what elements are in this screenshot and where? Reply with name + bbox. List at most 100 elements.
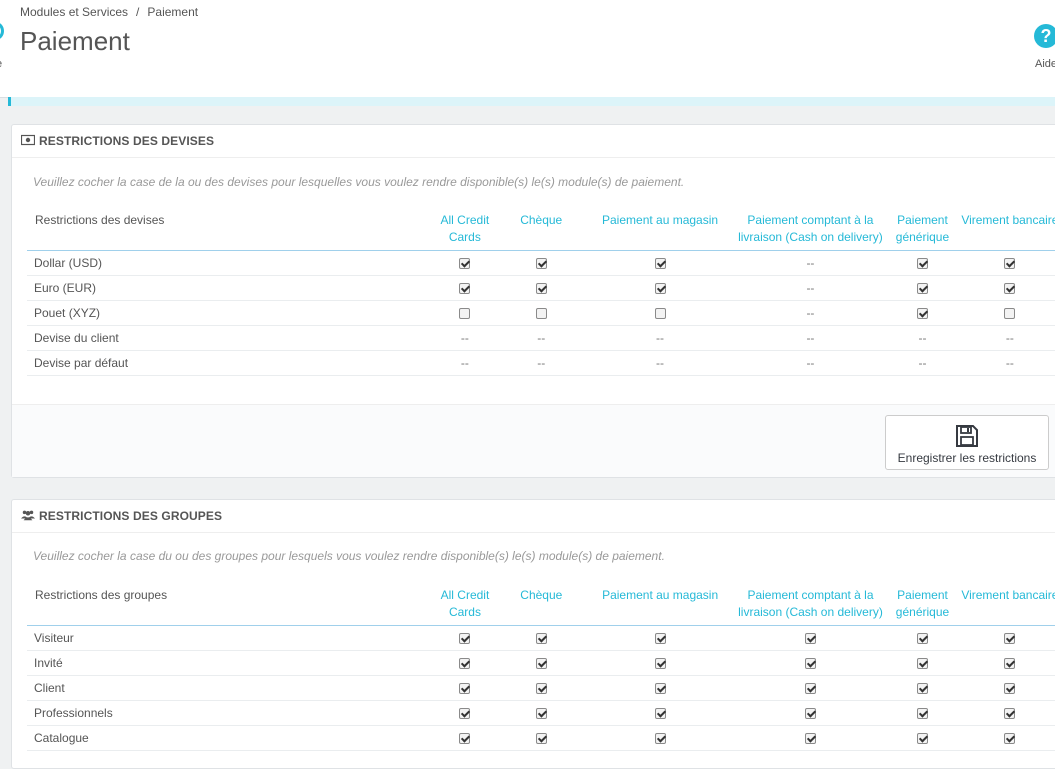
table-cell: [431, 675, 499, 701]
restriction-checkbox[interactable]: [916, 632, 928, 644]
restriction-checkbox[interactable]: [654, 732, 666, 744]
table-cell: --: [498, 350, 585, 376]
row-label: Client: [27, 675, 432, 701]
restriction-checkbox[interactable]: [804, 707, 816, 719]
restriction-checkbox[interactable]: [1004, 657, 1016, 669]
column-header: Paiement générique: [885, 206, 960, 251]
column-header: Paiement générique: [885, 581, 960, 626]
table-cell: [584, 650, 736, 676]
restriction-checkbox[interactable]: [1004, 707, 1016, 719]
restriction-checkbox[interactable]: [654, 682, 666, 694]
restriction-checkbox[interactable]: [654, 707, 666, 719]
restriction-checkbox[interactable]: [535, 657, 547, 669]
restriction-checkbox[interactable]: [1004, 257, 1016, 269]
restriction-checkbox[interactable]: [654, 282, 666, 294]
first-column-header: Restrictions des devises: [27, 206, 432, 251]
restriction-checkbox[interactable]: [459, 657, 471, 669]
breadcrumb: Modules et Services / Paiement: [20, 5, 198, 19]
restriction-checkbox[interactable]: [804, 682, 816, 694]
restriction-checkbox[interactable]: [1004, 282, 1016, 294]
table-cell: --: [584, 350, 736, 376]
table-cell: [959, 625, 1055, 651]
table-row: Dollar (USD) --: [27, 250, 1055, 276]
table-cell: [959, 725, 1055, 751]
table-cell: [431, 725, 499, 751]
currency-restrictions-panel: RESTRICTIONS DES DEVISES Veuillez cocher…: [11, 124, 1055, 478]
restriction-checkbox[interactable]: [459, 282, 471, 294]
table-cell: [959, 675, 1055, 701]
page-header: e Modules et Services/Paiement Paiement …: [0, 0, 1055, 98]
restriction-checkbox[interactable]: [916, 732, 928, 744]
restriction-checkbox[interactable]: [535, 257, 547, 269]
column-header: Chèque: [498, 581, 585, 626]
restriction-checkbox[interactable]: [459, 707, 471, 719]
restriction-checkbox[interactable]: [459, 732, 471, 744]
table-cell: [431, 275, 499, 301]
not-applicable-text: --: [460, 355, 469, 370]
table-cell: [498, 675, 585, 701]
not-applicable-text: --: [656, 355, 665, 370]
restriction-checkbox[interactable]: [535, 707, 547, 719]
restriction-checkbox[interactable]: [654, 657, 666, 669]
currency-restrictions-table: Restrictions des devises All Credit Cards…: [27, 206, 1055, 376]
restriction-checkbox[interactable]: [535, 682, 547, 694]
restriction-checkbox[interactable]: [535, 732, 547, 744]
table-cell: --: [885, 350, 960, 376]
help-icon[interactable]: ?: [1034, 24, 1055, 48]
panel-description: Veuillez cocher la case du ou des groupe…: [33, 549, 665, 563]
row-label: Invité: [27, 650, 432, 676]
restriction-checkbox[interactable]: [535, 307, 547, 319]
table-cell: [885, 700, 960, 726]
restriction-checkbox[interactable]: [804, 632, 816, 644]
restriction-checkbox[interactable]: [654, 257, 666, 269]
restriction-checkbox[interactable]: [916, 707, 928, 719]
table-cell: [584, 725, 736, 751]
table-cell: [584, 700, 736, 726]
table-cell: [735, 700, 886, 726]
column-header: Chèque: [498, 206, 585, 251]
not-applicable-text: --: [918, 355, 927, 370]
table-cell: [431, 250, 499, 276]
restriction-checkbox[interactable]: [916, 257, 928, 269]
save-button-label: Enregistrer les restrictions: [897, 451, 1037, 465]
row-label: Devise par défaut: [27, 350, 432, 376]
restriction-checkbox[interactable]: [916, 282, 928, 294]
restriction-checkbox[interactable]: [535, 632, 547, 644]
info-alert-strip: [8, 97, 1055, 106]
restriction-checkbox[interactable]: [916, 307, 928, 319]
breadcrumb-item-modules[interactable]: Modules et Services: [20, 5, 128, 19]
table-cell: --: [735, 325, 886, 351]
table-cell: --: [735, 275, 886, 301]
restriction-checkbox[interactable]: [459, 257, 471, 269]
restriction-checkbox[interactable]: [1004, 732, 1016, 744]
restriction-checkbox[interactable]: [459, 307, 471, 319]
money-icon: [21, 134, 35, 146]
restriction-checkbox[interactable]: [1004, 307, 1016, 319]
restriction-checkbox[interactable]: [804, 657, 816, 669]
column-header: Paiement au magasin: [584, 206, 736, 251]
table-row: Devise par défaut -- -- -- -- -- --: [27, 350, 1055, 376]
save-restrictions-button[interactable]: Enregistrer les restrictions: [885, 415, 1049, 470]
restriction-checkbox[interactable]: [654, 632, 666, 644]
table-row: Pouet (XYZ) --: [27, 300, 1055, 326]
help-label[interactable]: Aide: [1035, 58, 1055, 70]
restriction-checkbox[interactable]: [916, 682, 928, 694]
restriction-checkbox[interactable]: [654, 307, 666, 319]
restriction-checkbox[interactable]: [535, 282, 547, 294]
restriction-checkbox[interactable]: [1004, 682, 1016, 694]
restriction-checkbox[interactable]: [804, 732, 816, 744]
table-header-row: Restrictions des groupes All Credit Cards…: [27, 581, 1055, 626]
table-cell: --: [498, 325, 585, 351]
restriction-checkbox[interactable]: [459, 682, 471, 694]
table-cell: [498, 700, 585, 726]
not-applicable-text: --: [656, 330, 665, 345]
not-applicable-text: --: [918, 330, 927, 345]
restriction-checkbox[interactable]: [459, 632, 471, 644]
table-cell: --: [431, 325, 499, 351]
table-cell: [885, 250, 960, 276]
truncated-icon[interactable]: [0, 22, 4, 40]
restriction-checkbox[interactable]: [1004, 632, 1016, 644]
column-header: All Credit Cards: [431, 581, 499, 626]
restriction-checkbox[interactable]: [916, 657, 928, 669]
page-title: Paiement: [20, 26, 130, 56]
